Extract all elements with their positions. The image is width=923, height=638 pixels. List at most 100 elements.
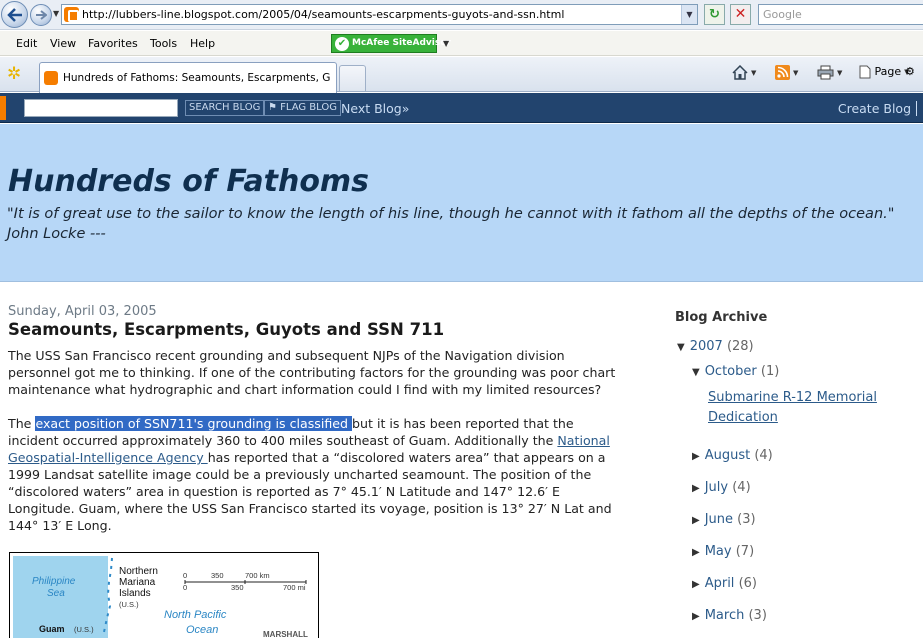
blogger-favicon-icon [44, 71, 58, 85]
collapsed-triangle-icon[interactable]: ▶ [692, 483, 700, 494]
menu-bar: Edit View Favorites Tools Help ✔ McAfee … [0, 31, 923, 56]
menu-favorites[interactable]: Favorites [88, 37, 138, 50]
rss-feed-icon [775, 65, 790, 80]
map-label-sea: Sea [47, 588, 65, 599]
archive-month-label[interactable]: March [705, 608, 745, 623]
archive-post-title[interactable]: Submarine R-12 Memorial Dedication [708, 390, 877, 425]
back-button[interactable] [1, 1, 28, 28]
blogger-favicon-icon [64, 7, 79, 22]
map-label-guam-us: (U.S.) [74, 625, 94, 634]
feeds-button[interactable]: ▼ [775, 65, 798, 80]
menu-help[interactable]: Help [190, 37, 215, 50]
post-text: The [8, 416, 36, 431]
create-blog-link[interactable]: Create Blog [838, 101, 911, 116]
page-menu-button[interactable]: Page ▼ [859, 65, 910, 79]
archive-count: (3) [748, 608, 767, 623]
address-dropdown-icon[interactable]: ▼ [681, 5, 697, 24]
back-arrow-icon [6, 7, 22, 22]
flag-blog-button[interactable]: ⚑ FLAG BLOG [264, 100, 341, 116]
archive-count: (6) [738, 576, 757, 591]
map-image: Philippine Sea Northern Mariana Islands … [9, 552, 319, 638]
map-label-marshall: MARSHALL [263, 630, 308, 638]
home-button[interactable]: ▼ [732, 65, 756, 80]
tab-current[interactable]: Hundreds of Fathoms: Seamounts, Escarpme… [39, 62, 337, 93]
map-label-philippine: Philippine [32, 576, 76, 587]
stop-button[interactable]: ✕ [730, 4, 751, 25]
archive-post-link[interactable]: Submarine R-12 Memorial Dedication [708, 388, 908, 428]
archive-count: (4) [754, 448, 773, 463]
menu-view[interactable]: View [50, 37, 76, 50]
mcafee-dropdown-icon[interactable]: ▼ [443, 39, 449, 48]
post-paragraph: The exact position of SSN711's grounding… [8, 415, 626, 534]
tab-title: Hundreds of Fathoms: Seamounts, Escarpme… [63, 72, 331, 84]
archive-month-may[interactable]: ▶ May (7) [692, 544, 754, 559]
scale-label: 700 km [245, 571, 270, 580]
collapsed-triangle-icon[interactable]: ▶ [692, 611, 700, 622]
expanded-triangle-icon[interactable]: ▼ [677, 342, 685, 353]
tab-bar: ✲ Hundreds of Fathoms: Seamounts, Escarp… [0, 57, 923, 93]
post-body: The USS San Francisco recent grounding a… [8, 347, 626, 551]
scale-label: 350 [211, 571, 224, 580]
map-label-north-pacific: North Pacific [164, 609, 227, 621]
home-icon [732, 65, 748, 80]
mcafee-label: McAfee SiteAdvisor [352, 38, 451, 48]
blog-title[interactable]: Hundreds of Fathoms [8, 164, 369, 199]
archive-month-label[interactable]: August [705, 448, 751, 463]
archive-month-april[interactable]: ▶ April (6) [692, 576, 757, 591]
mcafee-siteadvisor-button[interactable]: ✔ McAfee SiteAdvisor [331, 34, 451, 53]
archive-month-june[interactable]: ▶ June (3) [692, 512, 756, 527]
blog-archive-heading: Blog Archive [675, 310, 768, 325]
map-label-northern: Northern [119, 566, 158, 577]
menu-tools[interactable]: Tools [150, 37, 177, 50]
blogger-logo-icon[interactable] [0, 96, 6, 120]
archive-month-label[interactable]: October [705, 364, 757, 379]
forward-button[interactable] [30, 4, 52, 26]
blog-description: "It is of great use to the sailor to kno… [7, 206, 895, 242]
map-label-us: (U.S.) [119, 600, 139, 609]
collapsed-triangle-icon[interactable]: ▶ [692, 515, 700, 526]
url-text[interactable]: http://lubbers-line.blogspot.com/2005/04… [82, 8, 564, 21]
archive-month-october[interactable]: ▼ October (1) [692, 364, 779, 379]
blog-search-input[interactable] [24, 99, 178, 117]
post-title: Seamounts, Escarpments, Guyots and SSN 7… [8, 320, 445, 339]
archive-count: (3) [737, 512, 756, 527]
printer-icon [817, 65, 834, 80]
post-date: Sunday, April 03, 2005 [8, 304, 157, 319]
archive-year-2007[interactable]: ▼ 2007 (28) [677, 339, 754, 354]
expanded-triangle-icon[interactable]: ▼ [692, 367, 700, 378]
collapsed-triangle-icon[interactable]: ▶ [692, 579, 700, 590]
flag-icon: ⚑ [268, 102, 277, 113]
refresh-button[interactable]: ↻ [704, 4, 725, 25]
archive-month-label[interactable]: April [705, 576, 735, 591]
archive-month-label[interactable]: May [705, 544, 732, 559]
scale-label: 350 [231, 583, 244, 592]
tools-gear-icon[interactable]: ⚙ [905, 65, 915, 78]
page-icon [859, 65, 871, 79]
search-blog-button[interactable]: SEARCH BLOG [185, 100, 265, 116]
post-paragraph: The USS San Francisco recent grounding a… [8, 348, 616, 397]
archive-month-march[interactable]: ▶ March (3) [692, 608, 767, 623]
page-menu-label: Page [874, 65, 902, 78]
archive-month-label[interactable]: July [705, 480, 728, 495]
new-tab-button[interactable] [339, 65, 366, 91]
archive-year-label[interactable]: 2007 [690, 339, 723, 354]
map-canvas: Philippine Sea Northern Mariana Islands … [13, 556, 315, 638]
archive-month-july[interactable]: ▶ July (4) [692, 480, 751, 495]
scale-label: 0 [183, 571, 188, 580]
forward-arrow-icon [36, 10, 47, 20]
address-input[interactable]: http://lubbers-line.blogspot.com/2005/04… [61, 4, 698, 25]
next-blog-link[interactable]: Next Blog» [341, 101, 409, 116]
map-label-ocean: Ocean [186, 624, 219, 636]
collapsed-triangle-icon[interactable]: ▶ [692, 451, 700, 462]
archive-month-label[interactable]: June [705, 512, 733, 527]
collapsed-triangle-icon[interactable]: ▶ [692, 547, 700, 558]
print-button[interactable]: ▼ [817, 65, 842, 80]
check-icon: ✔ [335, 37, 349, 51]
menu-edit[interactable]: Edit [16, 37, 37, 50]
favorites-star-icon[interactable]: ✲ [7, 64, 21, 84]
flag-blog-label: FLAG BLOG [280, 102, 337, 113]
search-input[interactable]: Google [758, 4, 923, 25]
archive-month-august[interactable]: ▶ August (4) [692, 448, 773, 463]
history-dropdown-icon[interactable]: ▼ [53, 9, 59, 18]
blog-header: Hundreds of Fathoms "It is of great use … [0, 124, 923, 282]
